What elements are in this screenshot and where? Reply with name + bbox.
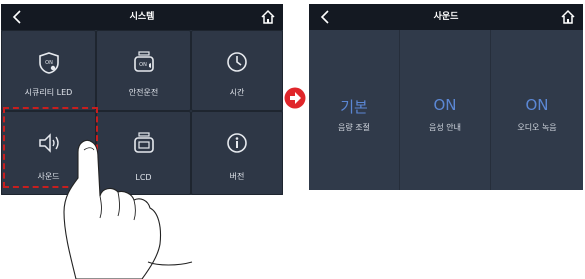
- page-title: 시스템: [129, 12, 155, 22]
- tile-label: 안전운전: [128, 88, 159, 97]
- setting-value: ON: [433, 96, 457, 114]
- tile-lcd[interactable]: LCD: [96, 111, 191, 195]
- sound-screen: 사운드 기본 음량 조절 ON 음성 안내 ON 오디오 녹음: [309, 4, 583, 190]
- safe-driving-icon: ON: [133, 51, 154, 72]
- arrow-right-icon: [284, 87, 306, 109]
- setting-value: ON: [525, 96, 549, 114]
- svg-text:ON: ON: [45, 60, 53, 66]
- tile-label: 시간: [229, 88, 245, 97]
- setting-label: 오디오 녹음: [517, 123, 557, 132]
- info-icon: [227, 133, 247, 153]
- setting-audio-recording[interactable]: ON 오디오 녹음: [491, 30, 583, 190]
- speaker-icon: [38, 133, 59, 153]
- lcd-icon: [133, 132, 154, 153]
- security-led-icon: ON: [38, 52, 59, 74]
- setting-voice-guide[interactable]: ON 음성 안내: [400, 30, 491, 190]
- tile-label: 시큐리티 LED: [24, 88, 73, 97]
- page-title: 사운드: [433, 12, 459, 22]
- home-icon[interactable]: [259, 8, 277, 26]
- sound-topbar: 사운드: [309, 4, 583, 30]
- tile-version[interactable]: 버전: [191, 111, 283, 195]
- tile-label: 버전: [229, 172, 245, 181]
- tile-security-led[interactable]: ON 시큐리티 LED: [1, 30, 96, 111]
- tile-time[interactable]: 시간: [191, 30, 283, 111]
- home-icon[interactable]: [559, 8, 577, 26]
- clock-icon: [227, 52, 247, 72]
- tile-label: LCD: [135, 173, 152, 182]
- setting-label: 음성 안내: [429, 123, 461, 132]
- tile-label: 사운드: [37, 172, 60, 181]
- setting-volume[interactable]: 기본 음량 조절: [309, 30, 400, 190]
- setting-label: 음량 조절: [338, 123, 370, 132]
- svg-text:ON: ON: [139, 62, 147, 68]
- tile-sound[interactable]: 사운드: [1, 111, 96, 195]
- system-screen: 시스템 ON 시큐리티 LED ON 안전운전 시간 사운드 LCD 버전: [1, 4, 283, 195]
- setting-value: 기본: [340, 98, 368, 116]
- tile-safe-driving[interactable]: ON 안전운전: [96, 30, 191, 111]
- system-topbar: 시스템: [1, 4, 283, 30]
